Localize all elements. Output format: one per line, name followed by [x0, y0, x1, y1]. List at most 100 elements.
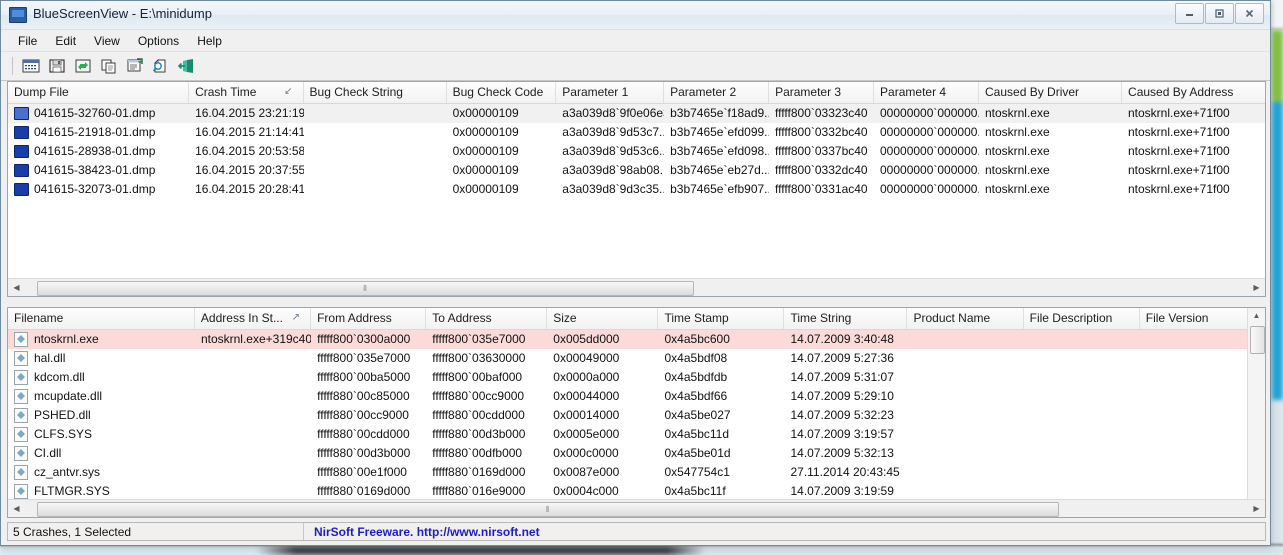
crash-cell-caused-by-driver: ntoskrnl.exe: [984, 125, 1050, 139]
driver-list-hscrollbar[interactable]: ◀ ⦀ ▶: [8, 499, 1265, 517]
driver-cell-to-address: fffff880`00d3b000: [432, 427, 526, 441]
column-header-to-address[interactable]: To Address: [426, 308, 548, 329]
crash-table-row[interactable]: 041615-32760-01.dmp 16.04.2015 23:21:19 0x…: [8, 104, 1265, 123]
driver-cell-size: 0x0087e000: [553, 465, 620, 479]
crash-cell-caused-by-address: ntoskrnl.exe+71f00: [1127, 106, 1230, 120]
status-credit-pane[interactable]: NirSoft Freeware. http://www.nirsoft.net: [304, 523, 1265, 540]
column-header-product-name[interactable]: Product Name: [907, 308, 1024, 329]
column-header-crash-time[interactable]: Crash Time ↙: [189, 82, 304, 103]
menu-item-file[interactable]: File: [9, 32, 46, 50]
title-bar: BlueScreenView - E:\minidump: [1, 1, 1270, 30]
crash-cell-parameter-1: a3a039d8`9d53c7...: [562, 125, 665, 139]
crash-dump-monitor-icon: [14, 145, 29, 158]
menu-item-view[interactable]: View: [85, 32, 129, 50]
column-header-size[interactable]: Size: [547, 308, 659, 329]
scroll-left-arrow-icon[interactable]: ◀: [8, 501, 25, 516]
html-report-icon[interactable]: [149, 55, 172, 77]
toolbar-separator: [12, 57, 13, 75]
column-header-time-stamp[interactable]: Time Stamp: [658, 308, 785, 329]
driver-table-row[interactable]: CLFS.SYS fffff880`00cdd000 fffff880`00d3b0…: [8, 425, 1248, 444]
crash-table-row[interactable]: 041615-21918-01.dmp 16.04.2015 21:14:41 0x…: [8, 123, 1265, 142]
driver-cell-time-string: 14.07.2009 5:27:36: [790, 351, 894, 365]
driver-table-row[interactable]: kdcom.dll fffff800`00ba5000 fffff800`00baf…: [8, 368, 1248, 387]
crash-cell-parameter-1: a3a039d8`9f0e06e3: [562, 106, 665, 120]
crash-list-body[interactable]: 041615-32760-01.dmp 16.04.2015 23:21:19 0x…: [8, 104, 1265, 280]
driver-cell-time-stamp: 0x4a5bc600: [664, 332, 730, 346]
save-icon[interactable]: [45, 55, 68, 77]
column-header-parameter-4[interactable]: Parameter 4: [874, 82, 980, 103]
hscroll-thumb[interactable]: ⦀: [37, 281, 694, 296]
driver-cell-filename: CI.dll: [8, 444, 195, 463]
driver-cell-text: CI.dll: [34, 446, 62, 460]
driver-table-row[interactable]: mcupdate.dll fffff880`00c85000 fffff880`00…: [8, 387, 1248, 406]
driver-cell-to-address: fffff800`035e7000: [432, 332, 526, 346]
crash-cell-parameter-1: a3a039d8`9d3c35...: [562, 182, 665, 196]
driver-cell-filename: cz_antvr.sys: [8, 463, 195, 482]
hscroll-track[interactable]: ⦀: [25, 280, 1248, 296]
driver-table-row[interactable]: PSHED.dll fffff880`00cc9000 fffff880`00cdd…: [8, 406, 1248, 425]
crash-list-pane: Dump File Crash Time ↙ Bug Check String …: [7, 81, 1266, 297]
crash-table-row[interactable]: 041615-28938-01.dmp 16.04.2015 20:53:58 0x…: [8, 142, 1265, 161]
column-header-from-address[interactable]: From Address: [311, 308, 427, 329]
crash-cell-text: 041615-21918-01.dmp: [34, 125, 156, 139]
driver-cell-filename: CLFS.SYS: [8, 425, 195, 444]
driver-cell-size: 0x00014000: [553, 408, 620, 422]
driver-table-row[interactable]: cz_antvr.sys fffff880`00e1f000 fffff880`01…: [8, 463, 1248, 482]
driver-table-row[interactable]: hal.dll fffff800`035e7000 fffff800`0363000…: [8, 349, 1248, 368]
column-header-dump-file[interactable]: Dump File: [8, 82, 190, 103]
driver-cell-from-address: fffff800`00ba5000: [317, 370, 411, 384]
column-header-bug-check-code[interactable]: Bug Check Code: [447, 82, 557, 103]
driver-file-icon: [14, 370, 28, 385]
refresh-icon[interactable]: [71, 55, 94, 77]
properties-icon[interactable]: [123, 55, 146, 77]
menu-item-options[interactable]: Options: [129, 32, 188, 50]
copy-icon[interactable]: [97, 55, 120, 77]
nirsoft-url-link[interactable]: http://www.nirsoft.net: [417, 525, 540, 539]
driver-list-body[interactable]: ntoskrnl.exe ntoskrnl.exe+319c40 fffff800`…: [8, 330, 1248, 501]
nirsoft-credit-label: NirSoft Freeware.: [314, 525, 414, 539]
menu-item-help[interactable]: Help: [188, 32, 231, 50]
column-header-parameter-3[interactable]: Parameter 3: [769, 82, 875, 103]
background-right-strip: [1272, 30, 1283, 544]
driver-cell-text: kdcom.dll: [34, 370, 85, 384]
crash-cell-dump-file: 041615-32760-01.dmp: [8, 104, 189, 123]
hscroll-track[interactable]: ⦀: [25, 501, 1248, 517]
driver-cell-from-address: fffff800`0300a000: [317, 332, 411, 346]
maximize-button[interactable]: [1205, 3, 1234, 24]
driver-table-row[interactable]: CI.dll fffff880`00d3b000 fffff880`00dfb000…: [8, 444, 1248, 463]
column-header-parameter-2[interactable]: Parameter 2: [664, 82, 770, 103]
crash-cell-caused-by-driver: ntoskrnl.exe: [984, 163, 1050, 177]
driver-cell-to-address: fffff800`00baf000: [432, 370, 523, 384]
driver-cell-time-string: 14.07.2009 3:40:48: [790, 332, 894, 346]
vscroll-thumb[interactable]: [1250, 326, 1265, 354]
hscroll-thumb[interactable]: ⦀: [37, 502, 1059, 517]
driver-cell-time-string: 14.07.2009 3:19:57: [790, 427, 894, 441]
driver-cell-time-stamp: 0x4a5be01d: [664, 446, 731, 460]
minimize-button[interactable]: [1175, 3, 1204, 24]
driver-table-row[interactable]: ntoskrnl.exe ntoskrnl.exe+319c40 fffff800`…: [8, 330, 1248, 349]
scroll-left-arrow-icon[interactable]: ◀: [8, 280, 25, 295]
crash-table-row[interactable]: 041615-38423-01.dmp 16.04.2015 20:37:55 0x…: [8, 161, 1265, 180]
close-button[interactable]: [1235, 3, 1264, 24]
column-header-filename[interactable]: Filename: [8, 308, 195, 329]
column-header-file-version[interactable]: File Version: [1140, 308, 1248, 329]
column-header-bug-check-string[interactable]: Bug Check String: [304, 82, 447, 103]
scroll-up-arrow-icon[interactable]: ▲: [1248, 308, 1265, 323]
scroll-right-arrow-icon[interactable]: ▶: [1248, 501, 1265, 516]
column-header-caused-by-address[interactable]: Caused By Address: [1122, 82, 1265, 103]
crash-cell-caused-by-address: ntoskrnl.exe+71f00: [1127, 125, 1230, 139]
crash-list-hscrollbar[interactable]: ◀ ⦀ ▶: [8, 278, 1265, 296]
select-folder-icon[interactable]: [19, 55, 42, 77]
crash-cell-parameter-2: b3b7465e`efd099...: [670, 125, 770, 139]
scroll-right-arrow-icon[interactable]: ▶: [1248, 280, 1265, 295]
exit-icon[interactable]: [175, 55, 198, 77]
column-header-caused-by-driver[interactable]: Caused By Driver: [979, 82, 1123, 103]
menu-item-edit[interactable]: Edit: [46, 32, 85, 50]
column-header-parameter-1[interactable]: Parameter 1: [556, 82, 665, 103]
column-header-address-in-stack[interactable]: Address In St... ↗: [195, 308, 312, 329]
driver-list-vscrollbar[interactable]: ▲: [1247, 308, 1265, 517]
crash-table-row[interactable]: 041615-32073-01.dmp 16.04.2015 20:28:41 0x…: [8, 180, 1265, 199]
column-header-file-description[interactable]: File Description: [1024, 308, 1140, 329]
crash-cell-parameter-3: fffff800`0331ac40: [775, 182, 868, 196]
column-header-time-string[interactable]: Time String: [784, 308, 908, 329]
